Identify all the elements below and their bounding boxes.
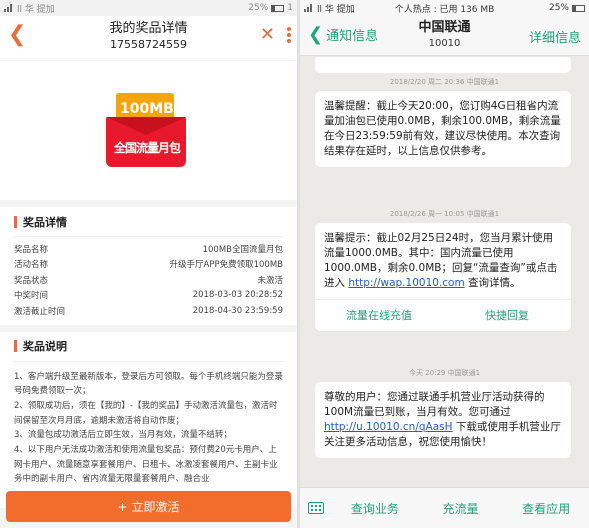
plus-icon: + (117, 499, 128, 514)
row-label: 奖品名称 (14, 244, 49, 255)
message-list[interactable]: 2018/2/20 周二 20:36 中国联通1 温馨提醒：截止今天20:00，… (300, 57, 589, 487)
status-right: 25% (549, 3, 585, 13)
section-title: 奖品详情 (14, 207, 283, 237)
message-bubble: 温馨提醒：截止今天20:00，您订购4G日租省内流量加油包已使用0.0MB，剩余… (315, 91, 571, 167)
row-value: 2018-03-03 20:28:52 (192, 290, 283, 301)
back-arrow-icon[interactable]: ❮ (8, 24, 26, 46)
menu-query-business[interactable]: 查询业务 (332, 500, 418, 517)
prize-detail-card: 奖品详情 奖品名称 100MB全国流量月包 活动名称 升级手厅APP免费领取100M… (0, 207, 297, 325)
note-item: 1、客户端升级至最新版本，登录后方可领取。每个手机终端只能为登录号码免费领取一次… (14, 371, 283, 397)
row-label: 激活截止时间 (14, 306, 66, 317)
prize-hero: 100MB 全国流量月包 (0, 61, 297, 200)
row-value: 100MB全国流量月包 (202, 244, 283, 255)
signal-group: ll 华 提加 (4, 2, 55, 15)
battery-percent: 25% (548, 3, 569, 13)
message-bubble (315, 57, 571, 73)
section-title: 奖品说明 (14, 332, 283, 362)
row-value: 未激活 (257, 275, 283, 286)
chevron-left-icon: ❮ (308, 23, 324, 45)
activate-label: 立即激活 (131, 500, 180, 514)
menu-view-apps[interactable]: 查看应用 (503, 500, 589, 517)
row-label: 中奖时间 (14, 291, 49, 302)
signal-icon (4, 4, 14, 12)
status-time: 1 (287, 3, 293, 13)
signal-group: ll 华 提加 (304, 2, 355, 15)
status-right: 25% 1 (248, 3, 293, 13)
battery-icon (271, 4, 285, 12)
quick-reply-button[interactable]: 快捷回复 (443, 300, 571, 331)
prize-notes-card: 奖品说明 1、客户端升级至最新版本，登录后方可领取。每个手机终端只能为登录号码免… (0, 331, 297, 508)
thread-header: ❮ 通知信息 中国联通 10010 详细信息 (300, 16, 589, 56)
note-item: 3、流量包成功激活后立即生效，当月有效，流量不结转； (14, 430, 232, 441)
detail-row: 中奖时间 2018-03-03 20:28:52 (14, 288, 283, 304)
red-envelope-image: 100MB 全国流量月包 (106, 93, 188, 171)
page-header: ❮ 我的奖品详情 17558724559 ✕ (0, 16, 297, 60)
message-link[interactable]: http://wap.10010.com (348, 277, 464, 289)
envelope-flap (106, 117, 186, 135)
row-label: 奖品状态 (14, 275, 49, 286)
close-icon[interactable]: ✕ (260, 25, 275, 45)
battery-percent: 25% (248, 3, 269, 13)
message-link[interactable]: http://u.10010.cn/qAasH (324, 421, 453, 433)
row-label: 活动名称 (14, 260, 49, 271)
message-text: 查询详情。 (468, 277, 521, 289)
detail-row: 奖品名称 100MB全国流量月包 (14, 241, 283, 257)
battery-icon (572, 4, 585, 12)
message-timestamp: 今天 20:29 中国联通1 (408, 369, 481, 377)
prize-badge: 100MB (120, 101, 174, 117)
detail-row: 活动名称 升级手厅APP免费领取100MB (14, 257, 283, 273)
carrier-text: ll 华 提加 (17, 4, 55, 15)
section-marker (14, 340, 17, 352)
prize-detail-screen: ll 华 提加 25% 1 ❮ 我的奖品详情 17558724559 ✕ 100… (0, 0, 297, 528)
notes-list: 1、客户端升级至最新版本，登录后方可领取。每个手机终端只能为登录号码免费领取一次… (14, 362, 283, 508)
message-text: 温馨提醒：截止今天20:00，您订购4G日租省内流量加油包已使用0.0MB，剩余… (324, 100, 561, 157)
section-title-text: 奖品说明 (23, 340, 67, 353)
row-value: 2018-04-30 23:59:59 (192, 305, 283, 316)
message-bubble: 尊敬的用户：您通过联通手机营业厅活动获得的100M流量已到账，当月有效。您可通过… (315, 382, 571, 458)
prize-caption: 全国流量月包 (113, 141, 181, 155)
back-button[interactable]: ❮ 通知信息 (308, 25, 378, 44)
note-item: 2、领取成功后，须在【我的】-【我的奖品】手动激活流量包，激活时间保留至次月月底… (14, 400, 278, 426)
recharge-online-button[interactable]: 流量在线充值 (315, 300, 443, 331)
message-actions: 流量在线充值 快捷回复 (315, 299, 571, 331)
page-title: 我的奖品详情 (109, 21, 188, 36)
message-bubble: 温馨提示：截止02月25日24时，您当月累计使用流量1000.0MB。其中：国内… (315, 223, 571, 331)
status-bar: ll 华 提加 25% 1 (0, 0, 297, 16)
message-text: 尊敬的用户：您通过联通手机营业厅活动获得的100M流量已到账，当月有效。您可通过 (324, 391, 545, 418)
keyboard-box (308, 502, 324, 514)
more-menu-icon[interactable] (287, 27, 291, 43)
detail-rows: 奖品名称 100MB全国流量月包 活动名称 升级手厅APP免费领取100MB 奖品状… (14, 237, 283, 325)
phone-number: 17558724559 (110, 38, 187, 51)
back-label: 通知信息 (326, 29, 379, 44)
menu-recharge-data[interactable]: 充流量 (418, 500, 504, 517)
signal-icon (304, 4, 314, 12)
carrier-text: ll 华 提加 (317, 4, 355, 15)
section-title-text: 奖品详情 (23, 215, 67, 229)
message-timestamp: 2018/2/26 周一 10:05 中国联通1 (389, 210, 500, 218)
keyboard-icon[interactable] (300, 502, 332, 514)
note-item: 4、以下用户无法成功激活和使用流量包奖品：预付费20元卡用户、上网卡用户、流量随… (14, 445, 278, 485)
message-timestamp: 2018/2/20 周二 20:36 中国联通1 (389, 78, 500, 86)
bottom-menu: 查询业务 充流量 查看应用 (300, 487, 589, 528)
sms-thread-screen: ll 华 提加 个人热点 : 已用 136 MB 25% ❮ 通知信息 中国联通… (300, 0, 589, 528)
status-bar: ll 华 提加 个人热点 : 已用 136 MB 25% (300, 0, 589, 16)
detail-row: 激活截止时间 2018-04-30 23:59:59 (14, 303, 283, 319)
row-value: 升级手厅APP免费领取100MB (169, 260, 283, 271)
activate-button[interactable]: + 立即激活 (6, 491, 291, 522)
details-button[interactable]: 详细信息 (529, 27, 581, 46)
section-marker (14, 215, 17, 228)
detail-row: 奖品状态 未激活 (14, 272, 283, 288)
